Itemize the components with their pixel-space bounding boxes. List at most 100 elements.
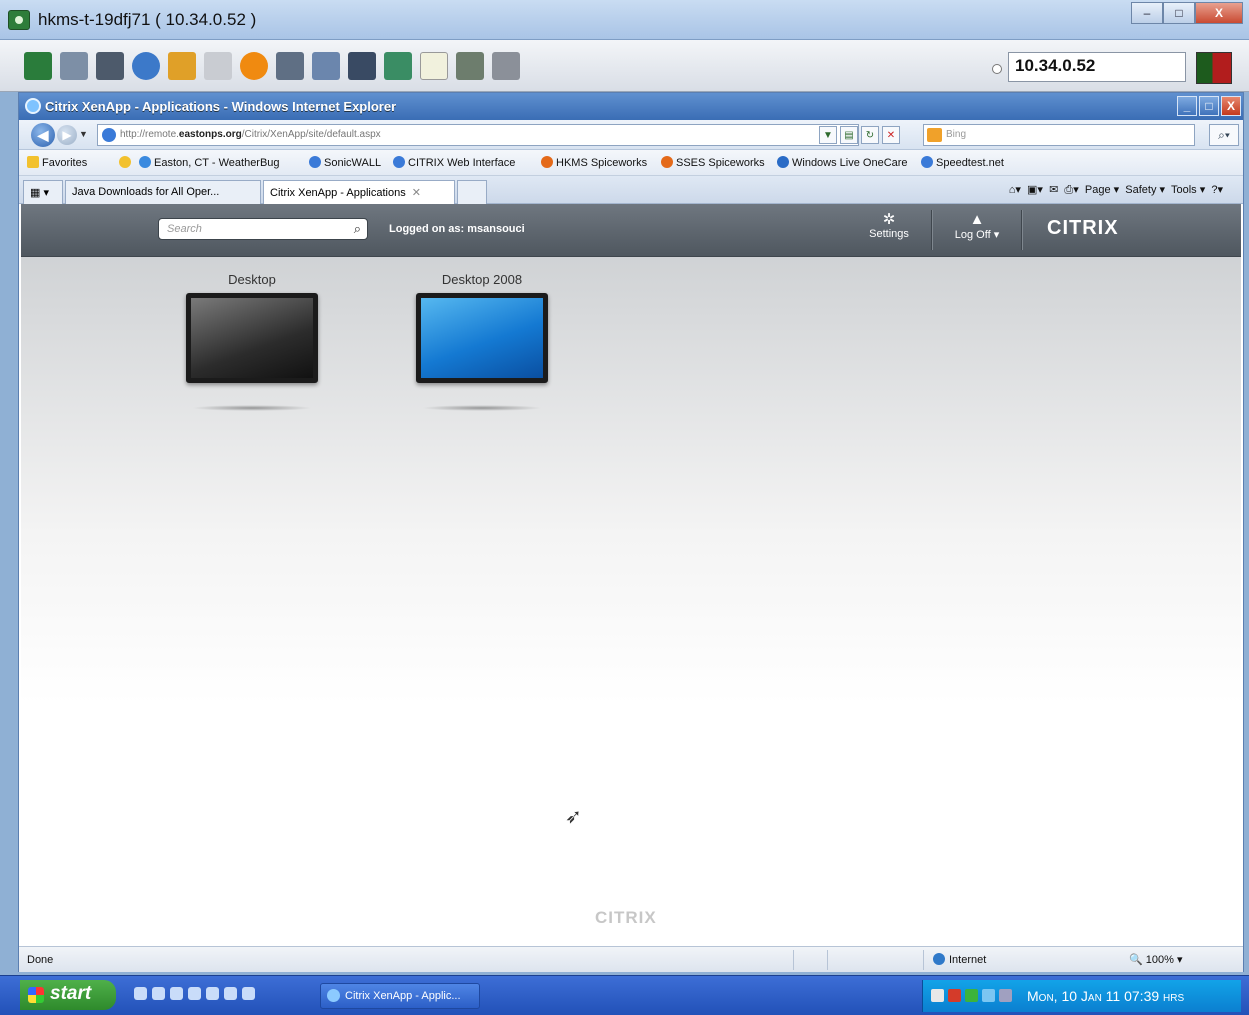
home-icon[interactable]: ⌂▾ — [1009, 184, 1021, 196]
tile-shadow — [422, 405, 542, 411]
citrix-search-placeholder: Search — [167, 223, 202, 235]
citrix-page: Search ⌕ Logged on as: msansouci ✲ Setti… — [21, 204, 1241, 944]
address-dropdown-icon[interactable]: ▼ — [819, 126, 837, 144]
tray-icon[interactable] — [948, 989, 961, 1002]
app-desktop-2008[interactable]: Desktop 2008 — [397, 272, 567, 411]
alert-icon[interactable] — [240, 52, 268, 80]
favorite-sses-spiceworks[interactable]: SSES Spiceworks — [661, 156, 765, 169]
ie-close-button[interactable]: X — [1221, 96, 1241, 116]
mail-icon[interactable]: ✉ — [1049, 184, 1058, 196]
tray-icon[interactable] — [982, 989, 995, 1002]
tray-icon[interactable] — [931, 989, 944, 1002]
ie-page-icon — [309, 156, 321, 168]
quick-launch-icon[interactable] — [188, 987, 201, 1000]
search-icon[interactable]: ⌕ — [354, 221, 361, 237]
address-prefix: http://remote. — [120, 129, 179, 140]
page-menu[interactable]: Page ▾ — [1085, 184, 1119, 196]
screenshot-icon[interactable] — [456, 52, 484, 80]
favorite-sonicwall[interactable]: SonicWALL — [309, 156, 381, 169]
quick-launch-icon[interactable] — [224, 987, 237, 1000]
tray-icon[interactable] — [999, 989, 1012, 1002]
forward-button[interactable]: ▶ — [57, 125, 77, 145]
tab-close-icon[interactable]: ✕ — [412, 187, 421, 199]
remote-toolbar: 10.34.0.52 — [0, 40, 1249, 92]
favorites-button[interactable]: Favorites — [27, 156, 87, 169]
spiceworks-icon — [541, 156, 553, 168]
tools-icon[interactable] — [96, 52, 124, 80]
back-button[interactable]: ◀ — [31, 123, 55, 147]
start-button[interactable]: start — [20, 980, 116, 1010]
add-favorite-button[interactable] — [119, 156, 134, 169]
favorite-citrix-web-interface[interactable]: CITRIX Web Interface — [393, 156, 515, 169]
feeds-icon[interactable]: ▣▾ — [1027, 184, 1043, 196]
favorite-weatherbug[interactable]: Easton, CT - WeatherBug — [139, 156, 280, 169]
printer-icon[interactable] — [204, 52, 232, 80]
desktop-monitor-icon[interactable] — [416, 293, 548, 383]
quick-launch-icon[interactable] — [170, 987, 183, 1000]
print-icon[interactable]: ⎙▾ — [1064, 184, 1078, 196]
zoom-control[interactable]: 🔍 100% ▾ — [1129, 953, 1182, 966]
navigation-bar: ◀ ▶ ▼ http://remote.eastonps.org/Citrix/… — [19, 120, 1243, 150]
outer-close-button[interactable]: X — [1195, 2, 1243, 24]
remote-address-field[interactable]: 10.34.0.52 — [1008, 52, 1186, 82]
ie-icon — [327, 989, 340, 1002]
quick-launch-icon[interactable] — [242, 987, 255, 1000]
fullscreen-icon[interactable] — [312, 52, 340, 80]
monitor-icon[interactable] — [24, 52, 52, 80]
favorite-speedtest[interactable]: Speedtest.net — [921, 156, 1004, 169]
favorite-label: CITRIX Web Interface — [408, 157, 516, 169]
quick-tabs-button[interactable]: ▦ ▾ — [23, 180, 63, 204]
outer-maximize-button[interactable]: □ — [1163, 2, 1195, 24]
stop-icon[interactable]: ✕ — [882, 126, 900, 144]
favorite-onecare[interactable]: Windows Live OneCare — [777, 156, 908, 169]
compatibility-icon[interactable]: ▤ — [840, 126, 858, 144]
favorite-label: Speedtest.net — [936, 157, 1004, 169]
favorites-label: Favorites — [42, 157, 88, 169]
help-icon[interactable]: ?▾ — [1211, 184, 1223, 196]
window-icon[interactable] — [492, 52, 520, 80]
paint-icon[interactable] — [168, 52, 196, 80]
file-icon[interactable] — [420, 52, 448, 80]
favorite-hkms-spiceworks[interactable]: HKMS Spiceworks — [541, 156, 647, 169]
transfer-icon[interactable] — [384, 52, 412, 80]
citrix-logo: CITRIX — [1047, 217, 1119, 239]
ie-maximize-button[interactable]: □ — [1199, 96, 1219, 116]
desktop-monitor-icon[interactable] — [186, 293, 318, 383]
logoff-button[interactable]: ▲ Log Off ▾ — [945, 212, 1009, 242]
outer-minimize-button[interactable]: – — [1131, 2, 1163, 24]
address-bar[interactable]: http://remote.eastonps.org/Citrix/XenApp… — [97, 124, 859, 146]
taskbar-ie-button[interactable]: Citrix XenApp - Applic... — [320, 983, 480, 1009]
history-dropdown-icon[interactable]: ▼ — [79, 129, 88, 139]
safety-menu[interactable]: Safety ▾ — [1125, 184, 1165, 196]
zoom-label: 100% — [1145, 954, 1174, 966]
tray-icon[interactable] — [965, 989, 978, 1002]
tree-icon[interactable] — [60, 52, 88, 80]
clock[interactable]: Mon, 10 Jan 11 07:39 hrs — [1027, 988, 1184, 1004]
spiceworks-icon — [661, 156, 673, 168]
settings-button[interactable]: ✲ Settings — [859, 212, 919, 241]
app-desktop[interactable]: Desktop — [167, 272, 337, 411]
quick-launch — [134, 987, 255, 1000]
logged-on-text: Logged on as: msansouci — [389, 223, 525, 235]
security-zone[interactable]: Internet — [933, 953, 986, 966]
search-button[interactable]: ⌕▾ — [1209, 124, 1239, 146]
search-input[interactable]: Bing — [923, 124, 1195, 146]
address-radio[interactable] — [992, 64, 1002, 74]
new-tab-button[interactable] — [457, 180, 487, 204]
quick-launch-icon[interactable] — [206, 987, 219, 1000]
display-icon[interactable] — [348, 52, 376, 80]
outer-title-bar: hkms-t-19dfj71 ( 10.34.0.52 ) – □ X — [0, 0, 1249, 40]
address-path: /Citrix/XenApp/site/default.aspx — [241, 129, 381, 140]
tools-menu[interactable]: Tools ▾ — [1171, 184, 1205, 196]
network-icon[interactable] — [276, 52, 304, 80]
tab-java-downloads[interactable]: Java Downloads for All Oper... — [65, 180, 261, 204]
refresh-icon[interactable] — [132, 52, 160, 80]
ie-minimize-button[interactable]: _ — [1177, 96, 1197, 116]
citrix-search-input[interactable]: Search ⌕ — [158, 218, 368, 240]
quick-launch-icon[interactable] — [134, 987, 147, 1000]
quick-launch-icon[interactable] — [152, 987, 165, 1000]
tab-citrix-xenapp[interactable]: Citrix XenApp - Applications ✕ — [263, 180, 455, 204]
refresh-icon[interactable]: ↻ — [861, 126, 879, 144]
remote-desktop-window: hkms-t-19dfj71 ( 10.34.0.52 ) – □ X 10.3… — [0, 0, 1249, 1015]
site-icon — [102, 128, 116, 142]
